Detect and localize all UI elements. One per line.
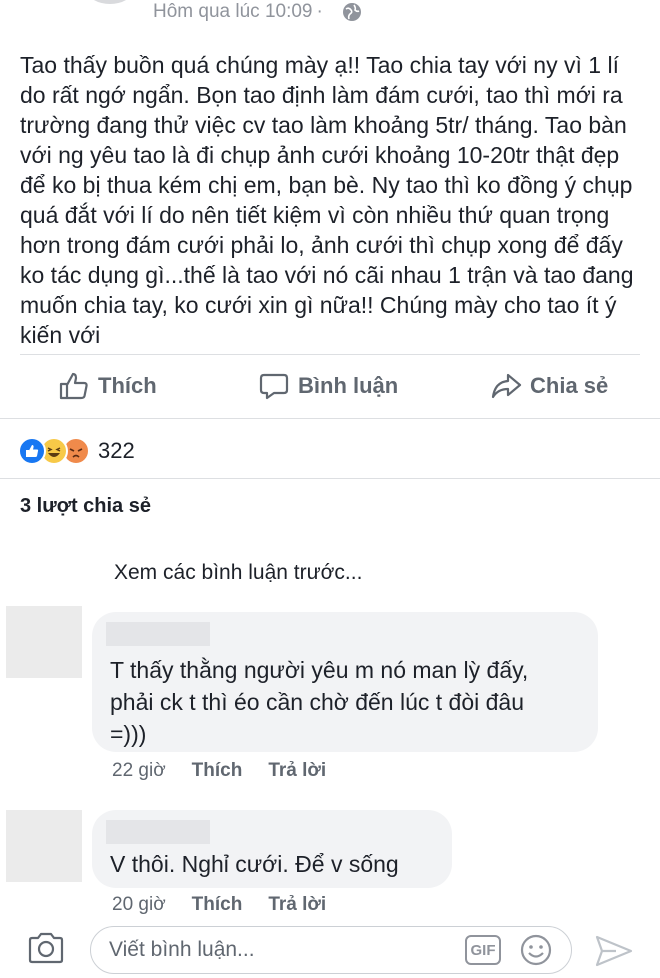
share-count[interactable]: 3 lượt chia sẻ: [20, 495, 151, 518]
comment-reply-link[interactable]: Trả lời: [268, 760, 326, 782]
comment-line: V thôi. Nghỉ cưới. Để v sống: [110, 851, 399, 877]
camera-icon[interactable]: [26, 930, 66, 966]
share-button[interactable]: Chia sẻ: [490, 356, 608, 416]
comment-input[interactable]: [109, 935, 449, 965]
share-label: Chia sẻ: [530, 373, 609, 398]
poster-avatar[interactable]: [88, 0, 132, 4]
reaction-summary[interactable]: 322: [18, 436, 135, 466]
view-previous-comments-link[interactable]: Xem các bình luận trước...: [114, 561, 362, 585]
post-timestamp-text[interactable]: Hôm qua lúc 10:09: [153, 1, 313, 22]
commenter-avatar[interactable]: [6, 606, 82, 678]
comment-text: T thấy thằng người yêu m nó man lỳ đấy, …: [110, 654, 528, 750]
globe-icon: [343, 3, 361, 21]
comment-input-box[interactable]: GIF: [90, 926, 572, 974]
commenter-name-redacted[interactable]: [106, 622, 210, 646]
comment-line: phải ck t thì éo cần chờ đến lúc t đòi đ…: [110, 689, 525, 715]
divider: [0, 418, 660, 419]
comment-like-link[interactable]: Thích: [192, 760, 243, 782]
comment-label: Bình luận: [298, 373, 399, 398]
commenter-name-redacted[interactable]: [106, 820, 210, 844]
comment-meta: 20 giờ Thích Trả lời: [112, 894, 352, 916]
share-icon: [491, 373, 522, 399]
divider: [0, 478, 660, 479]
comment-bubble: T thấy thằng người yêu m nó man lỳ đấy, …: [92, 612, 598, 752]
divider: [20, 354, 640, 355]
comment-reply-link[interactable]: Trả lời: [268, 894, 326, 916]
like-label: Thích: [98, 373, 157, 398]
post-header: Hôm qua lúc 10:09 ·: [0, 0, 660, 30]
comment-composer: GIF: [0, 920, 660, 978]
commenter-avatar[interactable]: [6, 810, 82, 882]
comment-time: 20 giờ: [112, 894, 166, 915]
comment-time: 22 giờ: [112, 760, 166, 781]
thumbs-up-icon: [59, 372, 88, 400]
timestamp-separator: ·: [316, 1, 323, 22]
post-actions: Thích Bình luận Chia sẻ: [0, 356, 660, 416]
comment-icon: [259, 373, 289, 400]
comment-like-link[interactable]: Thích: [192, 894, 243, 916]
post-timestamp[interactable]: Hôm qua lúc 10:09 ·: [153, 1, 327, 23]
comment-line: =))): [110, 721, 147, 747]
comment-button[interactable]: Bình luận: [258, 356, 398, 416]
comment-meta: 22 giờ Thích Trả lời: [112, 760, 352, 782]
like-button[interactable]: Thích: [58, 356, 157, 416]
gif-icon[interactable]: GIF: [465, 935, 501, 965]
like-reaction-icon: [18, 437, 46, 465]
comment-bubble: V thôi. Nghỉ cưới. Để v sống: [92, 810, 452, 888]
emoji-icon[interactable]: [519, 933, 553, 967]
post-text: Tao thấy buồn quá chúng mày ạ!! Tao chia…: [20, 52, 634, 348]
comment-line: T thấy thằng người yêu m nó man lỳ đấy,: [110, 657, 529, 683]
send-icon[interactable]: [594, 934, 634, 968]
reaction-count: 322: [98, 438, 135, 463]
comment-text: V thôi. Nghỉ cưới. Để v sống: [110, 848, 399, 880]
